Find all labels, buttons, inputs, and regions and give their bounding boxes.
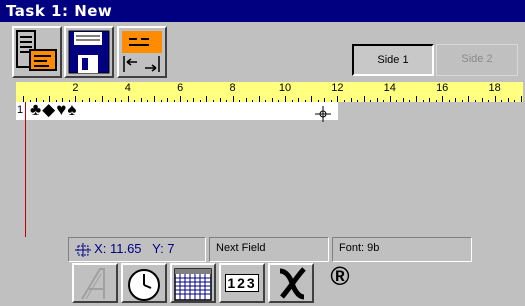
cursor-position-panel: X: 11.65 Y: 7 <box>68 237 206 262</box>
ruler-label: 16 <box>436 82 449 94</box>
time-button[interactable] <box>121 263 167 303</box>
outline-a-icon <box>81 268 105 300</box>
tab-side-1[interactable]: Side 1 <box>352 44 434 76</box>
left-margin-strip <box>0 82 16 237</box>
line-number: 1 <box>17 104 24 116</box>
save-button[interactable] <box>64 26 114 78</box>
line-content: ♣◆♥♠ <box>30 100 78 119</box>
clock-icon <box>128 269 160 301</box>
symbol-x-icon <box>279 267 306 300</box>
ruler-label: 14 <box>383 82 396 94</box>
left-margin-line <box>25 102 26 237</box>
outline-text-button[interactable] <box>72 263 118 303</box>
ruler: 2 4 6 8 10 12 14 16 18 <box>16 82 523 103</box>
field-spacing-button[interactable] <box>117 26 167 78</box>
floppy-disk-icon <box>68 30 110 74</box>
calendar-icon <box>174 268 212 301</box>
properties-button[interactable] <box>12 26 62 78</box>
ruler-label: 12 <box>331 82 344 94</box>
field-status: Next Field <box>209 237 329 262</box>
ruler-label: 18 <box>488 82 501 94</box>
label-edit-area[interactable] <box>16 102 523 237</box>
counter-button[interactable]: 123 <box>219 263 265 303</box>
ruler-label: 8 <box>229 82 236 94</box>
document-properties-icon <box>16 30 57 71</box>
cursor-position: X: 11.65 Y: 7 <box>94 241 175 256</box>
ruler-label: 4 <box>124 82 131 94</box>
symbol-button[interactable] <box>268 263 314 303</box>
field-spacing-icon <box>122 31 162 72</box>
font-status: Font: 9b <box>332 237 472 262</box>
registered-button[interactable]: ® <box>317 263 363 303</box>
tab-side-2[interactable]: Side 2 <box>436 44 518 76</box>
ruler-label: 6 <box>177 82 184 94</box>
position-crosshair-icon <box>75 243 91 258</box>
window-title: Task 1: New <box>0 0 525 22</box>
crosshair-cursor-icon <box>315 106 331 122</box>
ruler-label: 2 <box>72 82 79 94</box>
date-button[interactable] <box>170 263 216 303</box>
counter-text: 123 <box>225 274 259 292</box>
ruler-label: 10 <box>278 82 292 94</box>
